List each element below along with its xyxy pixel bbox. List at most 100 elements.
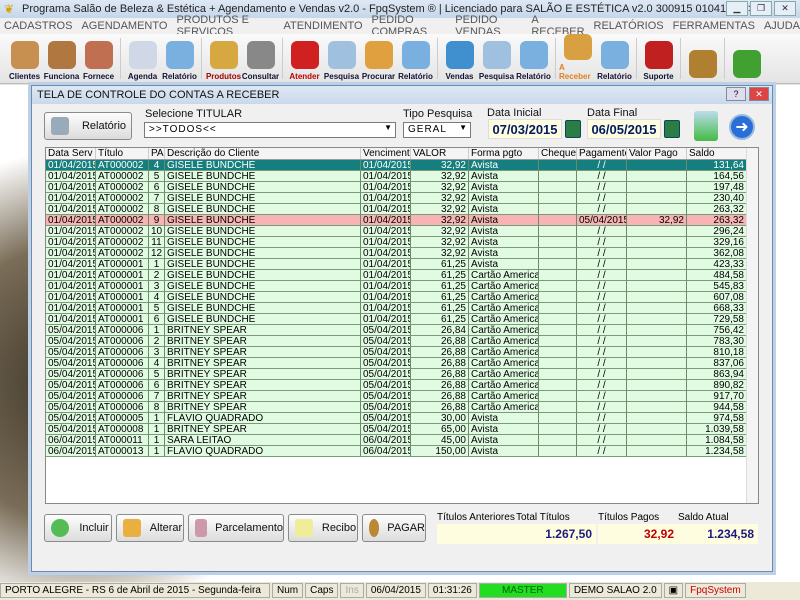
table-row[interactable]: 01/04/2015 AT000001 6 GISELE BUNDCHE 01/04/2…	[46, 314, 758, 325]
table-row[interactable]: 06/04/2015 AT000011 1 SARA LEITAO 06/04/2015…	[46, 435, 758, 446]
table-row[interactable]: 05/04/2015 AT000006 6 BRITNEY SPEAR 05/04/20…	[46, 380, 758, 391]
calendar-icon[interactable]	[664, 120, 680, 138]
table-cell: 01/04/2015	[46, 314, 96, 325]
data-final-input[interactable]: 06/05/2015	[587, 119, 661, 139]
toolbar-button-19[interactable]: A Receber	[559, 34, 596, 84]
table-cell: 484,58	[687, 270, 747, 281]
table-row[interactable]: 06/04/2015 AT000013 1 FLÁVIO QUADRADO 06/04/…	[46, 446, 758, 457]
table-row[interactable]: 01/04/2015 AT000001 4 GISELE BUNDCHE 01/04/2…	[46, 292, 758, 303]
toolbar-button-16[interactable]: Pesquisa	[478, 34, 515, 84]
recibo-button[interactable]: Recibo	[288, 514, 358, 542]
menu-item-7[interactable]: RELATÓRIOS	[594, 20, 664, 32]
close-window-button[interactable]: ✕	[774, 1, 796, 16]
toolbar-button-13[interactable]: Relatório	[397, 34, 434, 84]
maximize-button[interactable]: ❐	[750, 1, 772, 16]
table-row[interactable]: 01/04/2015 AT000001 3 GISELE BUNDCHE 01/04/2…	[46, 281, 758, 292]
titular-select[interactable]: >>TODOS<< ▼	[144, 122, 396, 138]
table-cell: Cartão Americam	[469, 292, 539, 303]
dialog-close-button[interactable]: ✕	[749, 87, 769, 101]
arrow-right-icon[interactable]: ➜	[729, 114, 755, 140]
parcelamento-button[interactable]: Parcelamento	[188, 514, 284, 542]
table-cell: 1	[149, 413, 165, 424]
refresh-icon[interactable]	[694, 111, 718, 141]
toolbar-button-20[interactable]: Relatório	[596, 34, 633, 84]
toolbar-button-11[interactable]: Pesquisa	[323, 34, 360, 84]
column-header[interactable]: Cheque	[539, 148, 577, 159]
table-cell: / /	[577, 182, 627, 193]
supplier-icon	[84, 41, 113, 69]
pagar-label: PAGAR	[387, 522, 425, 534]
table-row[interactable]: 01/04/2015 AT000002 12 GISELE BUNDCHE 01/04/…	[46, 248, 758, 259]
table-row[interactable]: 01/04/2015 AT000002 6 GISELE BUNDCHE 01/04/2…	[46, 182, 758, 193]
menu-item-0[interactable]: CADASTROS	[4, 20, 72, 32]
table-cell	[627, 325, 687, 336]
menu-item-8[interactable]: FERRAMENTAS	[673, 20, 755, 32]
column-header[interactable]: PA	[149, 148, 165, 159]
table-row[interactable]: 01/04/2015 AT000001 1 GISELE BUNDCHE 01/04/2…	[46, 259, 758, 270]
table-row[interactable]: 01/04/2015 AT000002 10 GISELE BUNDCHE 01/04/…	[46, 226, 758, 237]
toolbar-button-5[interactable]: Relatório	[161, 34, 198, 84]
minimize-button[interactable]: ▁	[726, 1, 748, 16]
toolbar-button-7[interactable]: Produtos	[205, 34, 242, 84]
toolbar-button-17[interactable]: Relatório	[515, 34, 552, 84]
data-inicial-input[interactable]: 07/03/2015	[488, 119, 562, 139]
pagar-button[interactable]: PAGAR	[362, 514, 426, 542]
table-row[interactable]: 01/04/2015 AT000001 5 GISELE BUNDCHE 01/04/2…	[46, 303, 758, 314]
toolbar-button-0[interactable]: Clientes	[6, 34, 43, 84]
column-header[interactable]: Data Serv	[46, 148, 96, 159]
toolbar-button-10[interactable]: Atender	[286, 34, 323, 84]
column-header[interactable]: Forma pgto	[469, 148, 539, 159]
table-row[interactable]: 01/04/2015 AT000002 7 GISELE BUNDCHE 01/04/2…	[46, 193, 758, 204]
column-header[interactable]: Descrição do Cliente	[165, 148, 361, 159]
table-row[interactable]: 05/04/2015 AT000006 2 BRITNEY SPEAR 05/04/20…	[46, 336, 758, 347]
table-cell	[627, 193, 687, 204]
column-header[interactable]: Pagamento	[577, 148, 627, 159]
saldo-atual-value: 1.234,58	[678, 524, 758, 544]
table-row[interactable]: 05/04/2015 AT000006 1 BRITNEY SPEAR 05/04/20…	[46, 325, 758, 336]
menu-item-1[interactable]: AGENDAMENTO	[81, 20, 167, 32]
table-cell: Avista	[469, 237, 539, 248]
table-row[interactable]: 05/04/2015 AT000006 3 BRITNEY SPEAR 05/04/20…	[46, 347, 758, 358]
table-row[interactable]: 01/04/2015 AT000001 2 GISELE BUNDCHE 01/04/2…	[46, 270, 758, 281]
table-row[interactable]: 01/04/2015 AT000002 11 GISELE BUNDCHE 01/04/…	[46, 237, 758, 248]
table-row[interactable]: 05/04/2015 AT000006 8 BRITNEY SPEAR 05/04/20…	[46, 402, 758, 413]
report-button[interactable]: Relatório	[44, 112, 132, 140]
tipo-select[interactable]: GERAL ▼	[403, 122, 471, 138]
toolbar-button-24[interactable]	[684, 34, 721, 84]
alterar-button[interactable]: Alterar	[116, 514, 184, 542]
column-header[interactable]: Saldo	[687, 148, 747, 159]
column-header[interactable]: VALOR	[411, 148, 469, 159]
parcelamento-label: Parcelamento	[215, 522, 283, 534]
incluir-button[interactable]: Incluir	[44, 514, 112, 542]
table-cell	[539, 303, 577, 314]
table-cell: 26,88	[411, 391, 469, 402]
table-row[interactable]: 05/04/2015 AT000006 4 BRITNEY SPEAR 05/04/20…	[46, 358, 758, 369]
table-cell: 26,88	[411, 336, 469, 347]
toolbar-button-26[interactable]	[728, 34, 765, 84]
toolbar-button-2[interactable]: Fornece	[80, 34, 117, 84]
toolbar-button-12[interactable]: Procurar	[360, 34, 397, 84]
column-header[interactable]: Título	[96, 148, 149, 159]
table-row[interactable]: 05/04/2015 AT000008 1 BRITNEY SPEAR 05/04/20…	[46, 424, 758, 435]
toolbar-button-22[interactable]: Suporte	[640, 34, 677, 84]
help-button[interactable]: ?	[726, 87, 746, 101]
table-row[interactable]: 05/04/2015 AT000006 5 BRITNEY SPEAR 05/04/20…	[46, 369, 758, 380]
table-row[interactable]: 01/04/2015 AT000002 8 GISELE BUNDCHE 01/04/2…	[46, 204, 758, 215]
table-cell: 263,32	[687, 204, 747, 215]
table-row[interactable]: 01/04/2015 AT000002 9 GISELE BUNDCHE 01/04/2…	[46, 215, 758, 226]
table-row[interactable]: 05/04/2015 AT000005 1 FLÁVIO QUADRADO 05/04/…	[46, 413, 758, 424]
table-row[interactable]: 05/04/2015 AT000006 7 BRITNEY SPEAR 05/04/20…	[46, 391, 758, 402]
column-header[interactable]: Valor Pago	[627, 148, 687, 159]
toolbar-button-8[interactable]: Consultar	[242, 34, 279, 84]
toolbar-button-1[interactable]: Funciona	[43, 34, 80, 84]
table-cell: AT000006	[96, 336, 149, 347]
toolbar-button-15[interactable]: Vendas	[441, 34, 478, 84]
calendar-icon[interactable]	[565, 120, 581, 138]
menu-item-3[interactable]: ATENDIMENTO	[283, 20, 362, 32]
vertical-scrollbar[interactable]	[746, 148, 758, 503]
table-row[interactable]: 01/04/2015 AT000002 4 GISELE BUNDCHE 01/04/2…	[46, 160, 758, 171]
menu-item-9[interactable]: AJUDA	[764, 20, 800, 32]
table-row[interactable]: 01/04/2015 AT000002 5 GISELE BUNDCHE 01/04/2…	[46, 171, 758, 182]
column-header[interactable]: Vencimento	[361, 148, 411, 159]
toolbar-button-4[interactable]: Agenda	[124, 34, 161, 84]
